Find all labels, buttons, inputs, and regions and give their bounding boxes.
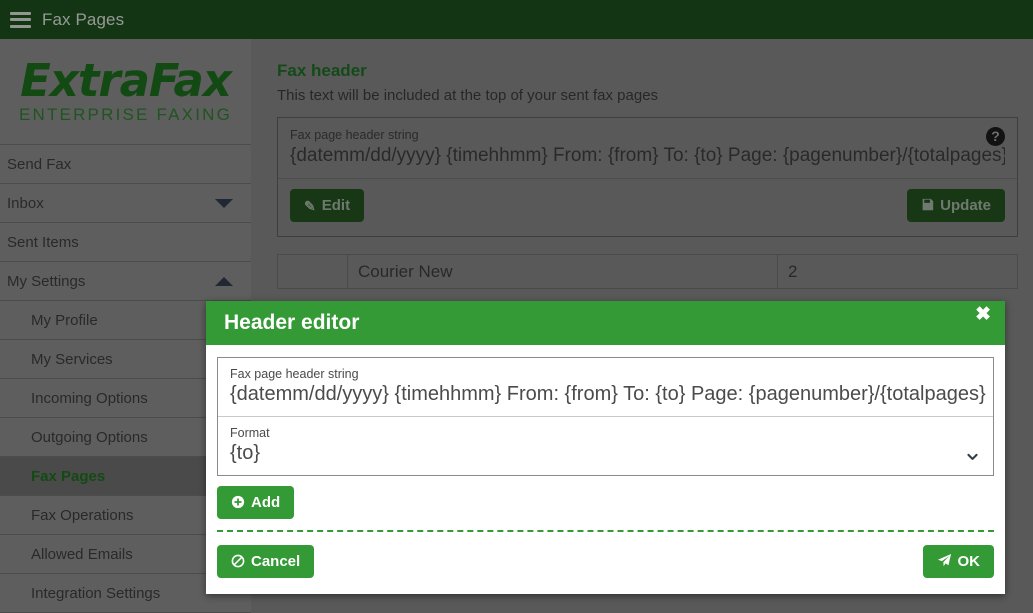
dialog-header-string-label: Fax page header string (230, 367, 359, 381)
dialog-body: Fax page header string {datemm/dd/yyyy} … (206, 345, 1005, 532)
ban-icon (231, 554, 245, 570)
cancel-button-label: Cancel (251, 553, 301, 570)
paper-plane-icon (937, 553, 952, 570)
close-x-icon[interactable]: ✖ (975, 305, 991, 324)
ok-button-label: OK (957, 553, 981, 570)
header-editor-dialog: Header editor ✖ Fax page header string {… (206, 301, 1005, 594)
dialog-format-field[interactable]: Format {to} (218, 416, 993, 475)
ok-button[interactable]: OK (922, 545, 994, 578)
dialog-fields-group: Fax page header string {datemm/dd/yyyy} … (217, 357, 994, 476)
dialog-header: Header editor ✖ (206, 301, 1005, 345)
dialog-header-string-value: {datemm/dd/yyyy} {timehhmm} From: {from}… (230, 383, 986, 405)
dialog-header-string-field[interactable]: Fax page header string {datemm/dd/yyyy} … (218, 358, 993, 416)
add-button-label: Add (251, 494, 281, 511)
plus-circle-icon (231, 495, 245, 511)
dialog-footer: Cancel OK (206, 532, 1005, 594)
cancel-button[interactable]: Cancel (217, 545, 315, 578)
chevron-down-icon[interactable] (966, 450, 979, 463)
add-button[interactable]: Add (217, 486, 295, 519)
dialog-format-value: {to} (230, 442, 261, 464)
dialog-title: Header editor (224, 311, 360, 334)
dialog-format-label: Format (230, 426, 270, 440)
add-button-row: Add (217, 476, 994, 532)
